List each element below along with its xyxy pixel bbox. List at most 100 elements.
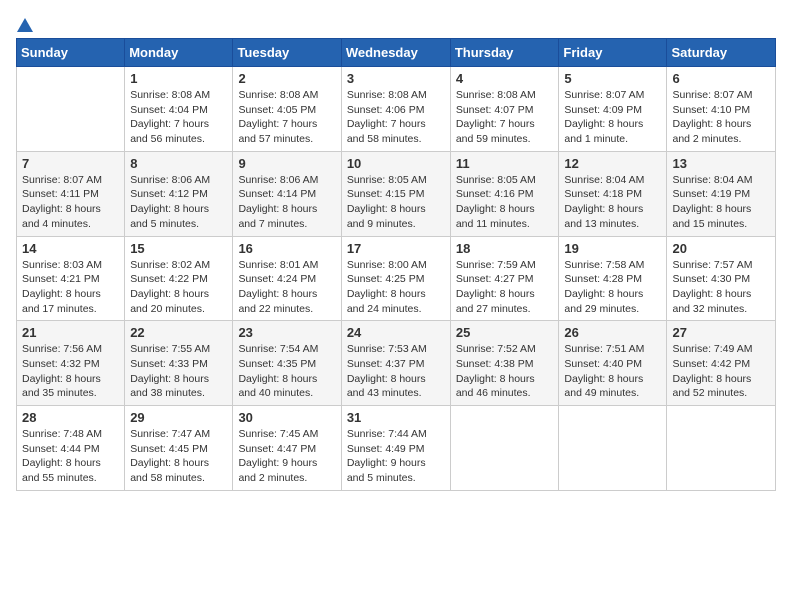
day-number: 29 [130,410,227,425]
header-wednesday: Wednesday [341,39,450,67]
day-info: Sunrise: 8:02 AMSunset: 4:22 PMDaylight:… [130,258,227,317]
day-number: 23 [238,325,335,340]
day-cell: 18 Sunrise: 7:59 AMSunset: 4:27 PMDayligh… [450,236,559,321]
week-row-3: 21 Sunrise: 7:56 AMSunset: 4:32 PMDayligh… [17,321,776,406]
day-info: Sunrise: 8:06 AMSunset: 4:12 PMDaylight:… [130,173,227,232]
day-cell: 7Sunrise: 8:07 AMSunset: 4:11 PMDaylight… [17,151,125,236]
day-cell: 24 Sunrise: 7:53 AMSunset: 4:37 PMDayligh… [341,321,450,406]
day-number: 19 [564,241,661,256]
day-cell: 25Sunrise: 7:52 AMSunset: 4:38 PMDayligh… [450,321,559,406]
day-cell: 1Sunrise: 8:08 AMSunset: 4:04 PMDaylight… [125,67,233,152]
day-info: Sunrise: 7:56 AMSunset: 4:32 PMDaylight:… [22,342,119,401]
day-cell: 19 Sunrise: 7:58 AMSunset: 4:28 PMDayligh… [559,236,667,321]
day-number: 4 [456,71,554,86]
day-number: 13 [672,156,770,171]
day-info: Sunrise: 7:57 AMSunset: 4:30 PMDaylight:… [672,258,770,317]
day-number: 24 [347,325,445,340]
header-tuesday: Tuesday [233,39,341,67]
day-number: 18 [456,241,554,256]
day-cell: 17Sunrise: 8:00 AMSunset: 4:25 PMDayligh… [341,236,450,321]
day-number: 10 [347,156,445,171]
day-cell: 13 Sunrise: 8:04 AMSunset: 4:19 PMDayligh… [667,151,776,236]
day-cell: 10 Sunrise: 8:05 AMSunset: 4:15 PMDayligh… [341,151,450,236]
day-number: 9 [238,156,335,171]
day-number: 1 [130,71,227,86]
day-number: 26 [564,325,661,340]
header-saturday: Saturday [667,39,776,67]
day-number: 3 [347,71,445,86]
day-cell: 26 Sunrise: 7:51 AMSunset: 4:40 PMDayligh… [559,321,667,406]
calendar-header-row: SundayMondayTuesdayWednesdayThursdayFrid… [17,39,776,67]
header-thursday: Thursday [450,39,559,67]
day-info: Sunrise: 7:54 AMSunset: 4:35 PMDaylight:… [238,342,335,401]
day-cell: 11Sunrise: 8:05 AMSunset: 4:16 PMDayligh… [450,151,559,236]
day-number: 21 [22,325,119,340]
day-number: 30 [238,410,335,425]
day-cell: 29 Sunrise: 7:47 AMSunset: 4:45 PMDayligh… [125,406,233,491]
day-info: Sunrise: 7:59 AMSunset: 4:27 PMDaylight:… [456,258,554,317]
day-number: 20 [672,241,770,256]
day-number: 25 [456,325,554,340]
day-cell: 8 Sunrise: 8:06 AMSunset: 4:12 PMDaylight… [125,151,233,236]
day-info: Sunrise: 7:53 AMSunset: 4:37 PMDaylight:… [347,342,445,401]
day-number: 2 [238,71,335,86]
day-info: Sunrise: 8:04 AMSunset: 4:18 PMDaylight:… [564,173,661,232]
day-number: 8 [130,156,227,171]
logo [16,16,34,30]
day-number: 15 [130,241,227,256]
day-info: Sunrise: 8:07 AMSunset: 4:10 PMDaylight:… [672,88,770,147]
day-cell: 31Sunrise: 7:44 AMSunset: 4:49 PMDayligh… [341,406,450,491]
day-number: 16 [238,241,335,256]
day-cell: 23 Sunrise: 7:54 AMSunset: 4:35 PMDayligh… [233,321,341,406]
day-info: Sunrise: 8:08 AMSunset: 4:05 PMDaylight:… [238,88,335,147]
day-info: Sunrise: 8:04 AMSunset: 4:19 PMDaylight:… [672,173,770,232]
day-number: 27 [672,325,770,340]
week-row-0: 1Sunrise: 8:08 AMSunset: 4:04 PMDaylight… [17,67,776,152]
day-cell: 3 Sunrise: 8:08 AMSunset: 4:06 PMDaylight… [341,67,450,152]
day-info: Sunrise: 8:05 AMSunset: 4:15 PMDaylight:… [347,173,445,232]
week-row-4: 28 Sunrise: 7:48 AMSunset: 4:44 PMDayligh… [17,406,776,491]
calendar: SundayMondayTuesdayWednesdayThursdayFrid… [16,38,776,491]
day-cell: 22Sunrise: 7:55 AMSunset: 4:33 PMDayligh… [125,321,233,406]
day-info: Sunrise: 8:08 AMSunset: 4:07 PMDaylight:… [456,88,554,147]
week-row-1: 7Sunrise: 8:07 AMSunset: 4:11 PMDaylight… [17,151,776,236]
day-cell: 28 Sunrise: 7:48 AMSunset: 4:44 PMDayligh… [17,406,125,491]
day-cell: 2 Sunrise: 8:08 AMSunset: 4:05 PMDaylight… [233,67,341,152]
day-info: Sunrise: 8:07 AMSunset: 4:11 PMDaylight:… [22,173,119,232]
day-number: 28 [22,410,119,425]
day-info: Sunrise: 8:07 AMSunset: 4:09 PMDaylight:… [564,88,661,147]
day-info: Sunrise: 7:55 AMSunset: 4:33 PMDaylight:… [130,342,227,401]
day-cell: 6 Sunrise: 8:07 AMSunset: 4:10 PMDaylight… [667,67,776,152]
day-info: Sunrise: 7:58 AMSunset: 4:28 PMDaylight:… [564,258,661,317]
day-cell: 21 Sunrise: 7:56 AMSunset: 4:32 PMDayligh… [17,321,125,406]
day-cell: 30 Sunrise: 7:45 AMSunset: 4:47 PMDayligh… [233,406,341,491]
day-number: 11 [456,156,554,171]
day-cell [559,406,667,491]
day-info: Sunrise: 8:03 AMSunset: 4:21 PMDaylight:… [22,258,119,317]
day-cell: 4 Sunrise: 8:08 AMSunset: 4:07 PMDaylight… [450,67,559,152]
day-cell: 20 Sunrise: 7:57 AMSunset: 4:30 PMDayligh… [667,236,776,321]
day-cell: 9 Sunrise: 8:06 AMSunset: 4:14 PMDaylight… [233,151,341,236]
day-cell [450,406,559,491]
day-cell: 14 Sunrise: 8:03 AMSunset: 4:21 PMDayligh… [17,236,125,321]
day-number: 6 [672,71,770,86]
day-info: Sunrise: 7:48 AMSunset: 4:44 PMDaylight:… [22,427,119,486]
week-row-2: 14 Sunrise: 8:03 AMSunset: 4:21 PMDayligh… [17,236,776,321]
day-cell: 27 Sunrise: 7:49 AMSunset: 4:42 PMDayligh… [667,321,776,406]
day-number: 12 [564,156,661,171]
day-info: Sunrise: 7:47 AMSunset: 4:45 PMDaylight:… [130,427,227,486]
day-cell: 15 Sunrise: 8:02 AMSunset: 4:22 PMDayligh… [125,236,233,321]
day-info: Sunrise: 8:08 AMSunset: 4:06 PMDaylight:… [347,88,445,147]
day-info: Sunrise: 7:45 AMSunset: 4:47 PMDaylight:… [238,427,335,486]
day-info: Sunrise: 8:06 AMSunset: 4:14 PMDaylight:… [238,173,335,232]
header-friday: Friday [559,39,667,67]
day-info: Sunrise: 8:01 AMSunset: 4:24 PMDaylight:… [238,258,335,317]
day-info: Sunrise: 7:44 AMSunset: 4:49 PMDaylight:… [347,427,445,486]
day-cell: 16 Sunrise: 8:01 AMSunset: 4:24 PMDayligh… [233,236,341,321]
day-info: Sunrise: 7:49 AMSunset: 4:42 PMDaylight:… [672,342,770,401]
day-info: Sunrise: 7:51 AMSunset: 4:40 PMDaylight:… [564,342,661,401]
day-number: 14 [22,241,119,256]
day-cell: 12 Sunrise: 8:04 AMSunset: 4:18 PMDayligh… [559,151,667,236]
logo-triangle-icon [16,16,34,34]
day-number: 17 [347,241,445,256]
